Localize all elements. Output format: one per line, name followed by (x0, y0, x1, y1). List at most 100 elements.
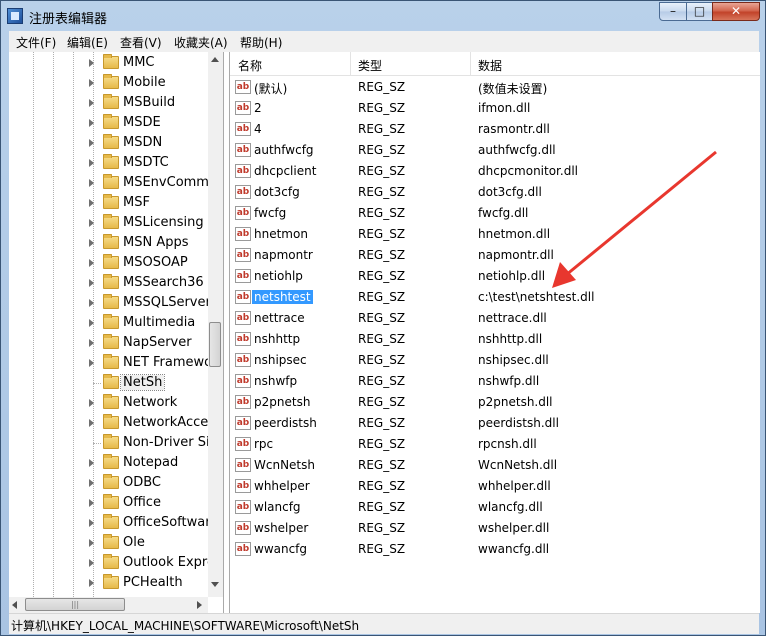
registry-values-list[interactable]: 名称 类型 数据 ab (默认) REG_SZ (数值未设置) ab 2 REG_SZ ifm… (229, 52, 760, 613)
expand-arrow-icon[interactable] (89, 479, 94, 487)
expand-arrow-icon[interactable] (89, 359, 94, 367)
registry-value-row[interactable]: ab wwancfg REG_SZ wwancfg.dll (230, 539, 760, 560)
scroll-thumb[interactable] (209, 322, 221, 367)
expand-arrow-icon[interactable] (89, 239, 94, 247)
registry-value-row[interactable]: ab WcnNetsh REG_SZ WcnNetsh.dll (230, 455, 760, 476)
menu-file[interactable]: 文件(F) (16, 34, 56, 51)
registry-value-row[interactable]: ab 2 REG_SZ ifmon.dll (230, 98, 760, 119)
tree-item[interactable]: Outlook Expre (9, 553, 215, 573)
registry-value-row[interactable]: ab peerdistsh REG_SZ peerdistsh.dll (230, 413, 760, 434)
column-header-data[interactable]: 数据 (478, 57, 502, 74)
expand-arrow-icon[interactable] (89, 319, 94, 327)
expand-arrow-icon[interactable] (89, 399, 94, 407)
expand-arrow-icon[interactable] (89, 339, 94, 347)
expand-arrow-icon[interactable] (89, 139, 94, 147)
tree-item[interactable]: Mobile (9, 73, 209, 93)
scroll-thumb-horizontal[interactable]: ||| (25, 598, 125, 611)
expand-arrow-icon[interactable] (89, 219, 94, 227)
tree-item[interactable]: NapServer (9, 333, 209, 353)
scroll-left-arrow-icon[interactable] (12, 601, 17, 609)
column-divider[interactable] (470, 52, 471, 75)
title-bar[interactable]: 注册表编辑器 – □ ✕ (1, 1, 765, 31)
expand-arrow-icon[interactable] (89, 279, 94, 287)
expand-arrow-icon[interactable] (89, 299, 94, 307)
column-header-type[interactable]: 类型 (358, 57, 382, 74)
registry-value-row[interactable]: ab wlancfg REG_SZ wlancfg.dll (230, 497, 760, 518)
registry-value-row[interactable]: ab nshipsec REG_SZ nshipsec.dll (230, 350, 760, 371)
registry-value-row[interactable]: ab 4 REG_SZ rasmontr.dll (230, 119, 760, 140)
registry-value-row[interactable]: ab dot3cfg REG_SZ dot3cfg.dll (230, 182, 760, 203)
tree-item[interactable]: OfficeSoftware (9, 513, 218, 533)
tree-item[interactable]: PCHealth (9, 573, 209, 593)
registry-value-row[interactable]: ab fwcfg REG_SZ fwcfg.dll (230, 203, 760, 224)
expand-arrow-icon[interactable] (89, 499, 94, 507)
tree-item[interactable]: MMC (9, 53, 209, 73)
menu-favorites[interactable]: 收藏夹(A) (174, 34, 228, 51)
registry-value-row[interactable]: ab (默认) REG_SZ (数值未设置) (230, 77, 760, 98)
scroll-down-arrow-icon[interactable] (211, 582, 219, 587)
tree-item[interactable]: Multimedia (9, 313, 209, 333)
registry-value-row[interactable]: ab hnetmon REG_SZ hnetmon.dll (230, 224, 760, 245)
registry-value-row[interactable]: ab p2pnetsh REG_SZ p2pnetsh.dll (230, 392, 760, 413)
tree-item[interactable]: Network (9, 393, 209, 413)
expand-arrow-icon[interactable] (89, 259, 94, 267)
tree-item[interactable]: MSSQLServer (9, 293, 211, 313)
column-divider[interactable] (350, 52, 351, 75)
tree-item[interactable]: Non-Driver Sig (9, 433, 218, 453)
tree-item[interactable]: NetworkAcces (9, 413, 215, 433)
menu-help[interactable]: 帮助(H) (240, 34, 282, 51)
close-button[interactable]: ✕ (712, 2, 760, 21)
value-name: (默认) (254, 82, 288, 96)
expand-arrow-icon[interactable] (89, 159, 94, 167)
expand-arrow-icon[interactable] (89, 99, 94, 107)
tree-item[interactable]: ODBC (9, 473, 209, 493)
expand-arrow-icon[interactable] (89, 119, 94, 127)
tree-item[interactable]: MSSearch36 (9, 273, 209, 293)
menu-view[interactable]: 查看(V) (120, 34, 162, 51)
registry-value-row[interactable]: ab nettrace REG_SZ nettrace.dll (230, 308, 760, 329)
tree-item[interactable]: MSF (9, 193, 209, 213)
expand-arrow-icon[interactable] (89, 519, 94, 527)
expand-arrow-icon[interactable] (89, 579, 94, 587)
registry-key-tree[interactable]: MMC Mobile MSBuild MSDE MSDN MSDTC MSEnvCommu M… (9, 52, 224, 613)
expand-arrow-icon[interactable] (89, 559, 94, 567)
expand-arrow-icon[interactable] (89, 419, 94, 427)
registry-value-row[interactable]: ab authfwcfg REG_SZ authfwcfg.dll (230, 140, 760, 161)
tree-item[interactable]: MSOSOAP (9, 253, 209, 273)
tree-item[interactable]: Office (9, 493, 209, 513)
expand-arrow-icon[interactable] (89, 79, 94, 87)
tree-item[interactable]: MSDN (9, 133, 209, 153)
column-header-name[interactable]: 名称 (238, 57, 262, 74)
expand-arrow-icon[interactable] (89, 179, 94, 187)
menu-edit[interactable]: 编辑(E) (67, 34, 108, 51)
registry-value-row[interactable]: ab dhcpclient REG_SZ dhcpcmonitor.dll (230, 161, 760, 182)
tree-vertical-scrollbar[interactable] (208, 52, 223, 597)
expand-arrow-icon[interactable] (89, 459, 94, 467)
tree-item[interactable]: NET Framewo (9, 353, 212, 373)
expand-arrow-icon[interactable] (89, 59, 94, 67)
tree-item[interactable]: MSN Apps (9, 233, 209, 253)
tree-item[interactable]: MSBuild (9, 93, 209, 113)
tree-item[interactable]: MSDE (9, 113, 209, 133)
tree-item[interactable]: MSDTC (9, 153, 209, 173)
tree-item[interactable]: Notepad (9, 453, 209, 473)
registry-value-row[interactable]: ab netiohlp REG_SZ netiohlp.dll (230, 266, 760, 287)
expand-arrow-icon[interactable] (89, 199, 94, 207)
registry-value-row[interactable]: ab napmontr REG_SZ napmontr.dll (230, 245, 760, 266)
scroll-up-arrow-icon[interactable] (211, 57, 219, 62)
registry-value-row[interactable]: ab nshwfp REG_SZ nshwfp.dll (230, 371, 760, 392)
tree-item[interactable]: NetSh (9, 373, 209, 393)
registry-value-row[interactable]: ab nshhttp REG_SZ nshhttp.dll (230, 329, 760, 350)
tree-item[interactable]: MSEnvCommu (9, 173, 217, 193)
tree-item[interactable]: MSLicensing (9, 213, 209, 233)
tree-item[interactable]: Ole (9, 533, 209, 553)
registry-value-row[interactable]: ab netshtest REG_SZ c:\test\netshtest.dll (230, 287, 760, 308)
maximize-button[interactable]: □ (686, 2, 713, 21)
registry-value-row[interactable]: ab wshelper REG_SZ wshelper.dll (230, 518, 760, 539)
registry-value-row[interactable]: ab whhelper REG_SZ whhelper.dll (230, 476, 760, 497)
tree-horizontal-scrollbar[interactable]: ||| (9, 597, 208, 613)
expand-arrow-icon[interactable] (89, 539, 94, 547)
minimize-button[interactable]: – (659, 2, 687, 21)
scroll-right-arrow-icon[interactable] (197, 601, 202, 609)
registry-value-row[interactable]: ab rpc REG_SZ rpcnsh.dll (230, 434, 760, 455)
